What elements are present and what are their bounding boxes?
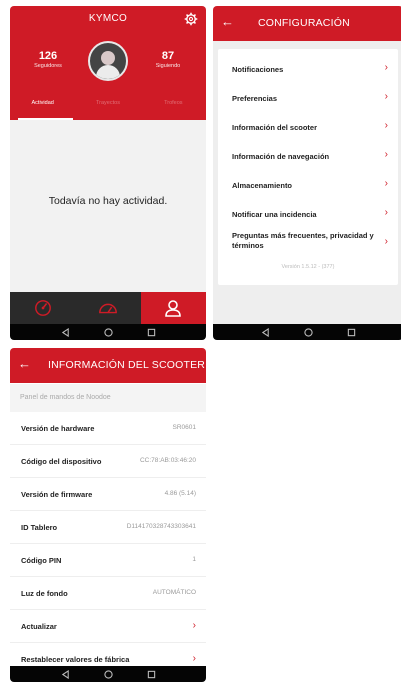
info-value: CC:78:AB:03:46:20 <box>139 457 196 464</box>
followers-label: Seguidores <box>34 63 62 69</box>
config-list: Notificaciones › Preferencias › Informac… <box>218 49 398 285</box>
avatar-body <box>96 65 120 79</box>
config-item-scooter-info[interactable]: Información del scooter › <box>218 113 398 142</box>
home-circle-icon[interactable] <box>103 327 113 337</box>
config-item-notificaciones[interactable]: Notificaciones › <box>218 55 398 84</box>
info-value: 4.86 (5.14) <box>164 490 196 497</box>
section-label: Panel de mandos de Noodoe <box>20 394 111 401</box>
scooter-title: INFORMACIÓN DEL SCOOTER <box>48 359 206 371</box>
config-item-preferencias[interactable]: Preferencias › <box>218 84 398 113</box>
system-nav-bar <box>10 666 206 682</box>
avatar[interactable] <box>88 41 128 81</box>
profile-title: KYMCO <box>88 13 128 24</box>
chevron-right-icon: › <box>384 62 388 73</box>
avatar-face <box>101 51 115 65</box>
config-item-label: Información del scooter <box>232 123 318 132</box>
back-triangle-icon[interactable] <box>261 327 270 337</box>
chevron-right-icon: › <box>384 236 388 247</box>
chevron-right-icon: › <box>384 120 388 131</box>
followers-count: 126 <box>38 50 58 62</box>
config-item-label: Notificar una incidencia <box>232 210 317 219</box>
scooter-info-screen: ← INFORMACIÓN DEL SCOOTER Panel de mando… <box>10 348 206 682</box>
info-row-update[interactable]: Actualizar › <box>10 610 206 643</box>
home-circle-icon[interactable] <box>303 327 313 337</box>
recents-square-icon[interactable] <box>347 328 356 337</box>
section-header: Panel de mandos de Noodoe <box>10 384 206 412</box>
profile-header: KYMCO 126 Seguidores 87 Siguiendo Activi… <box>10 6 206 120</box>
info-key: Código del dispositivo <box>21 457 102 466</box>
info-key: Versión de firmware <box>21 490 93 499</box>
tab-actividad[interactable]: Actividad <box>10 92 75 120</box>
following-count: 87 <box>161 50 175 62</box>
empty-state: Todavía no hay actividad. <box>10 120 206 292</box>
config-item-navigation-info[interactable]: Información de navegación › <box>218 142 398 171</box>
info-value: 1 <box>192 556 196 563</box>
dashboard-icon <box>99 303 117 314</box>
info-key: Código PIN <box>21 556 62 565</box>
following-stat[interactable]: 87 Siguiendo <box>138 50 198 69</box>
config-item-faq[interactable]: Preguntas más frecuentes, privacidad y t… <box>218 229 398 258</box>
nav-profile[interactable] <box>140 292 206 324</box>
nav-speedometer[interactable] <box>10 292 75 324</box>
info-value: SR0601 <box>172 424 197 431</box>
config-screen: ← CONFIGURACIÓN Notificaciones › Prefere… <box>213 6 401 340</box>
recents-square-icon[interactable] <box>147 328 156 337</box>
chevron-right-icon: › <box>384 149 388 160</box>
back-arrow-icon[interactable]: ← <box>18 356 31 371</box>
chevron-right-icon: › <box>384 91 388 102</box>
info-value: AUTOMÁTICO <box>152 589 196 596</box>
speedometer-icon <box>34 300 51 316</box>
user-icon <box>165 300 182 317</box>
info-row-pin[interactable]: Código PIN 1 <box>10 544 206 577</box>
scooter-app-bar: ← INFORMACIÓN DEL SCOOTER <box>10 348 206 383</box>
profile-tabs: Actividad Trayectos Trofeos <box>10 92 206 120</box>
nav-dashboard[interactable] <box>75 292 140 324</box>
config-item-label: Almacenamiento <box>232 181 293 190</box>
back-triangle-icon[interactable] <box>61 327 70 337</box>
config-item-label: Preferencias <box>232 94 278 103</box>
bottom-nav <box>10 292 206 324</box>
back-arrow-icon[interactable]: ← <box>221 14 234 29</box>
info-key: Luz de fondo <box>21 589 68 598</box>
config-item-report-issue[interactable]: Notificar una incidencia › <box>218 200 398 229</box>
info-row-dashboard-id: ID Tablero D114170328743303641 <box>10 511 206 544</box>
system-nav-bar <box>10 324 206 340</box>
app-version: Versión 1.5.12 - (377) <box>281 264 335 270</box>
config-app-bar: ← CONFIGURACIÓN <box>213 6 401 41</box>
info-key: Actualizar <box>21 622 57 631</box>
recents-square-icon[interactable] <box>147 670 156 679</box>
config-item-storage[interactable]: Almacenamiento › <box>218 171 398 200</box>
info-key: Restablecer valores de fábrica <box>21 655 130 664</box>
home-circle-icon[interactable] <box>103 669 113 679</box>
info-row-device-code: Código del dispositivo CC:78:AB:03:46:20 <box>10 445 206 478</box>
info-key: ID Tablero <box>21 523 58 532</box>
chevron-right-icon: › <box>384 178 388 189</box>
tab-trayectos[interactable]: Trayectos <box>75 92 140 120</box>
config-item-label: Preguntas más frecuentes, privacidad y t… <box>232 231 374 250</box>
info-value: D114170328743303641 <box>126 523 196 530</box>
back-triangle-icon[interactable] <box>61 669 70 679</box>
info-row-backlight[interactable]: Luz de fondo AUTOMÁTICO <box>10 577 206 610</box>
info-key: Versión de hardware <box>21 424 95 433</box>
chevron-right-icon: › <box>384 207 388 218</box>
info-row-firmware: Versión de firmware 4.86 (5.14) <box>10 478 206 511</box>
chevron-right-icon: › <box>192 620 196 631</box>
config-item-label: Información de navegación <box>232 152 330 161</box>
chevron-right-icon: › <box>192 653 196 664</box>
config-item-label: Notificaciones <box>232 65 284 74</box>
info-row-hardware: Versión de hardware SR0601 <box>10 412 206 445</box>
following-label: Siguiendo <box>155 63 181 69</box>
tab-trofeos[interactable]: Trofeos <box>141 92 206 120</box>
config-title: CONFIGURACIÓN <box>258 17 350 29</box>
followers-stat[interactable]: 126 Seguidores <box>18 50 78 69</box>
system-nav-bar <box>213 324 401 340</box>
gear-icon[interactable] <box>184 12 198 26</box>
profile-screen: KYMCO 126 Seguidores 87 Siguiendo Activi… <box>10 6 206 340</box>
